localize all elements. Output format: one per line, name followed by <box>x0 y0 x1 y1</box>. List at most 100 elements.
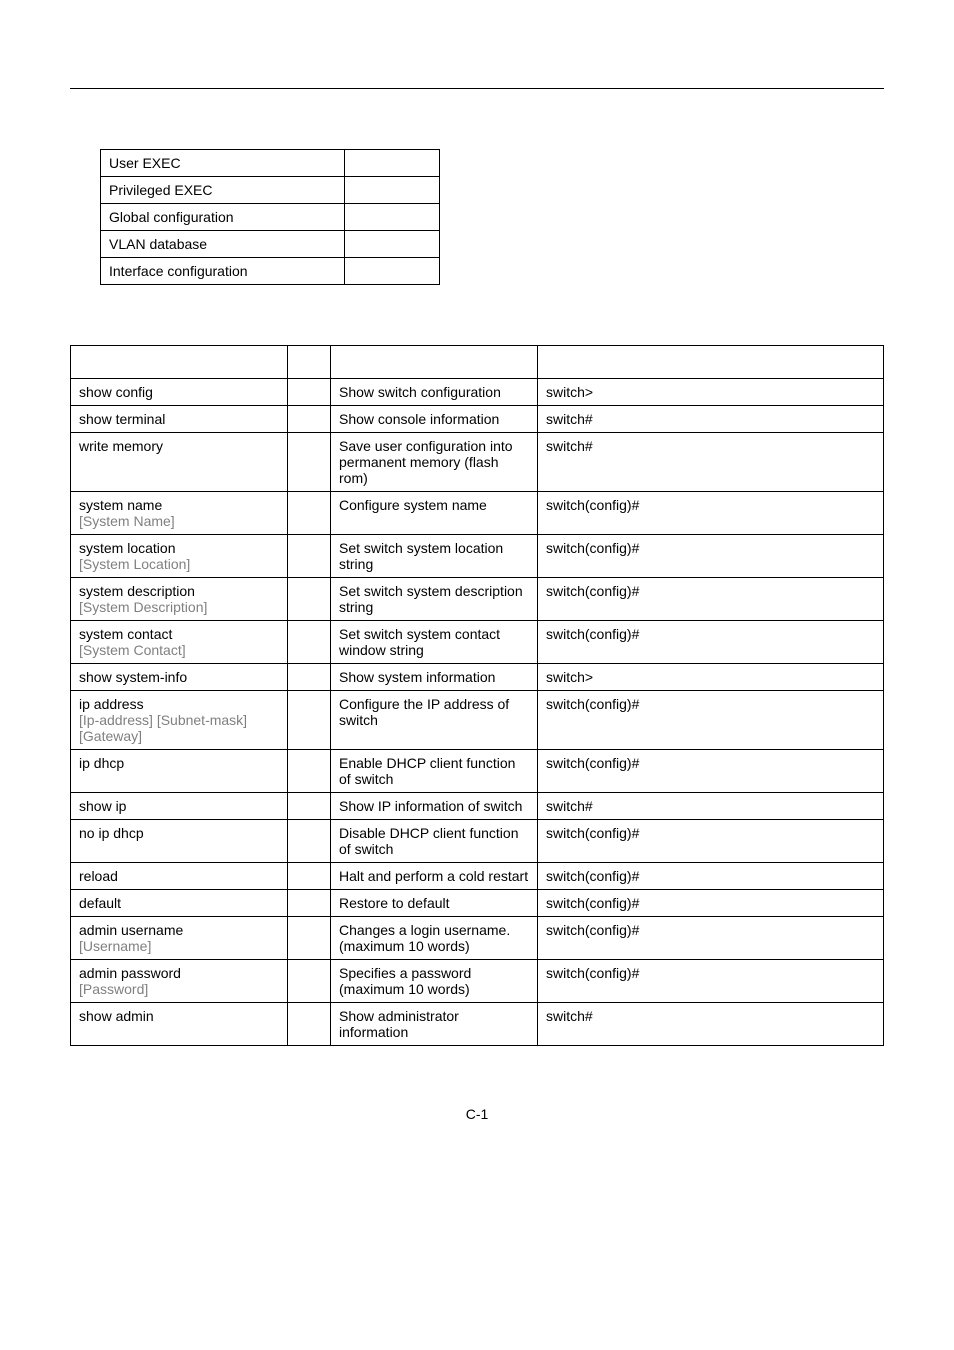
defaults-cell: switch(config)# <box>538 621 884 664</box>
commands-table: show configShow switch configurationswit… <box>70 345 884 1046</box>
defaults-cell: switch# <box>538 1003 884 1046</box>
level-cell <box>288 863 331 890</box>
level-cell <box>288 691 331 750</box>
command-cell: show admin <box>71 1003 288 1046</box>
description-cell: Restore to default <box>331 890 538 917</box>
column-header <box>288 346 331 379</box>
description-cell: Set switch system description string <box>331 578 538 621</box>
mode-value <box>344 150 439 177</box>
command-text: show system-info <box>79 669 187 685</box>
command-text: admin username <box>79 922 183 938</box>
description-cell: Show IP information of switch <box>331 793 538 820</box>
level-cell <box>288 960 331 1003</box>
table-row: admin username[Username] Changes a login … <box>71 917 884 960</box>
command-cell: system name[System Name] <box>71 492 288 535</box>
level-cell <box>288 917 331 960</box>
description-cell: Changes a login username. (maximum 10 wo… <box>331 917 538 960</box>
defaults-cell: switch(config)# <box>538 492 884 535</box>
description-cell: Halt and perform a cold restart <box>331 863 538 890</box>
command-text: write memory <box>79 438 163 454</box>
table-row: Interface configuration <box>101 258 440 285</box>
table-row: no ip dhcp Disable DHCP client function o… <box>71 820 884 863</box>
mode-label: Global configuration <box>101 204 345 231</box>
command-text: system description <box>79 583 195 599</box>
command-param: [Username] <box>79 938 151 954</box>
defaults-cell: switch> <box>538 664 884 691</box>
description-cell: Set switch system contact window string <box>331 621 538 664</box>
table-row: VLAN database <box>101 231 440 258</box>
mode-value <box>344 177 439 204</box>
table-row: show config Show switch configurationswit… <box>71 379 884 406</box>
command-param: [Password] <box>79 981 148 997</box>
command-param: [System Contact] <box>79 642 186 658</box>
mode-value <box>344 204 439 231</box>
command-param: [System Name] <box>79 513 175 529</box>
defaults-cell: switch(config)# <box>538 960 884 1003</box>
mode-label: VLAN database <box>101 231 345 258</box>
command-cell: admin username[Username] <box>71 917 288 960</box>
command-cell: show system-info <box>71 664 288 691</box>
description-cell: Set switch system location string <box>331 535 538 578</box>
column-header <box>71 346 288 379</box>
table-header-row <box>71 346 884 379</box>
command-text: default <box>79 895 121 911</box>
level-cell <box>288 664 331 691</box>
level-cell <box>288 793 331 820</box>
command-cell: reload <box>71 863 288 890</box>
mode-value <box>344 231 439 258</box>
command-param: [System Description] <box>79 599 207 615</box>
defaults-cell: switch(config)# <box>538 691 884 750</box>
defaults-cell: switch> <box>538 379 884 406</box>
command-cell: write memory <box>71 433 288 492</box>
table-row: write memory Save user configuration into… <box>71 433 884 492</box>
table-row: show ipShow IP information of switchswit… <box>71 793 884 820</box>
level-cell <box>288 492 331 535</box>
level-cell <box>288 433 331 492</box>
command-text: show terminal <box>79 411 165 427</box>
level-cell <box>288 820 331 863</box>
page-number: C-1 <box>70 1106 884 1122</box>
table-row: system contact[System Contact]Set switch… <box>71 621 884 664</box>
command-text: ip address <box>79 696 144 712</box>
modes-table: User EXECPrivileged EXECGlobal configura… <box>100 149 440 285</box>
table-row: default Restore to defaultswitch(config)# <box>71 890 884 917</box>
defaults-cell: switch(config)# <box>538 863 884 890</box>
table-row: system location[System Location]Set swit… <box>71 535 884 578</box>
command-text: no ip dhcp <box>79 825 144 841</box>
command-text: show config <box>79 384 153 400</box>
command-text: show admin <box>79 1008 154 1024</box>
table-row: show system-info Show system informations… <box>71 664 884 691</box>
description-cell: Show administrator information <box>331 1003 538 1046</box>
level-cell <box>288 1003 331 1046</box>
level-cell <box>288 621 331 664</box>
defaults-cell: switch(config)# <box>538 917 884 960</box>
command-cell: system description[System Description] <box>71 578 288 621</box>
command-text: system location <box>79 540 175 556</box>
table-row: Privileged EXEC <box>101 177 440 204</box>
description-cell: Disable DHCP client function of switch <box>331 820 538 863</box>
command-text: admin password <box>79 965 181 981</box>
description-cell: Enable DHCP client function of switch <box>331 750 538 793</box>
command-text: reload <box>79 868 118 884</box>
defaults-cell: switch(config)# <box>538 578 884 621</box>
table-row: show admin Show administrator information… <box>71 1003 884 1046</box>
level-cell <box>288 406 331 433</box>
page-content: User EXECPrivileged EXECGlobal configura… <box>0 0 954 1162</box>
table-row: show terminalShow console informationswi… <box>71 406 884 433</box>
description-cell: Show system information <box>331 664 538 691</box>
divider <box>70 88 884 89</box>
column-header <box>331 346 538 379</box>
command-cell: no ip dhcp <box>71 820 288 863</box>
command-text: ip dhcp <box>79 755 124 771</box>
table-row: ip dhcp Enable DHCP client function of sw… <box>71 750 884 793</box>
table-row: Global configuration <box>101 204 440 231</box>
mode-value <box>344 258 439 285</box>
level-cell <box>288 750 331 793</box>
level-cell <box>288 890 331 917</box>
command-cell: show ip <box>71 793 288 820</box>
defaults-cell: switch(config)# <box>538 890 884 917</box>
table-row: User EXEC <box>101 150 440 177</box>
command-cell: ip dhcp <box>71 750 288 793</box>
description-cell: Show switch configuration <box>331 379 538 406</box>
description-cell: Save user configuration into permanent m… <box>331 433 538 492</box>
